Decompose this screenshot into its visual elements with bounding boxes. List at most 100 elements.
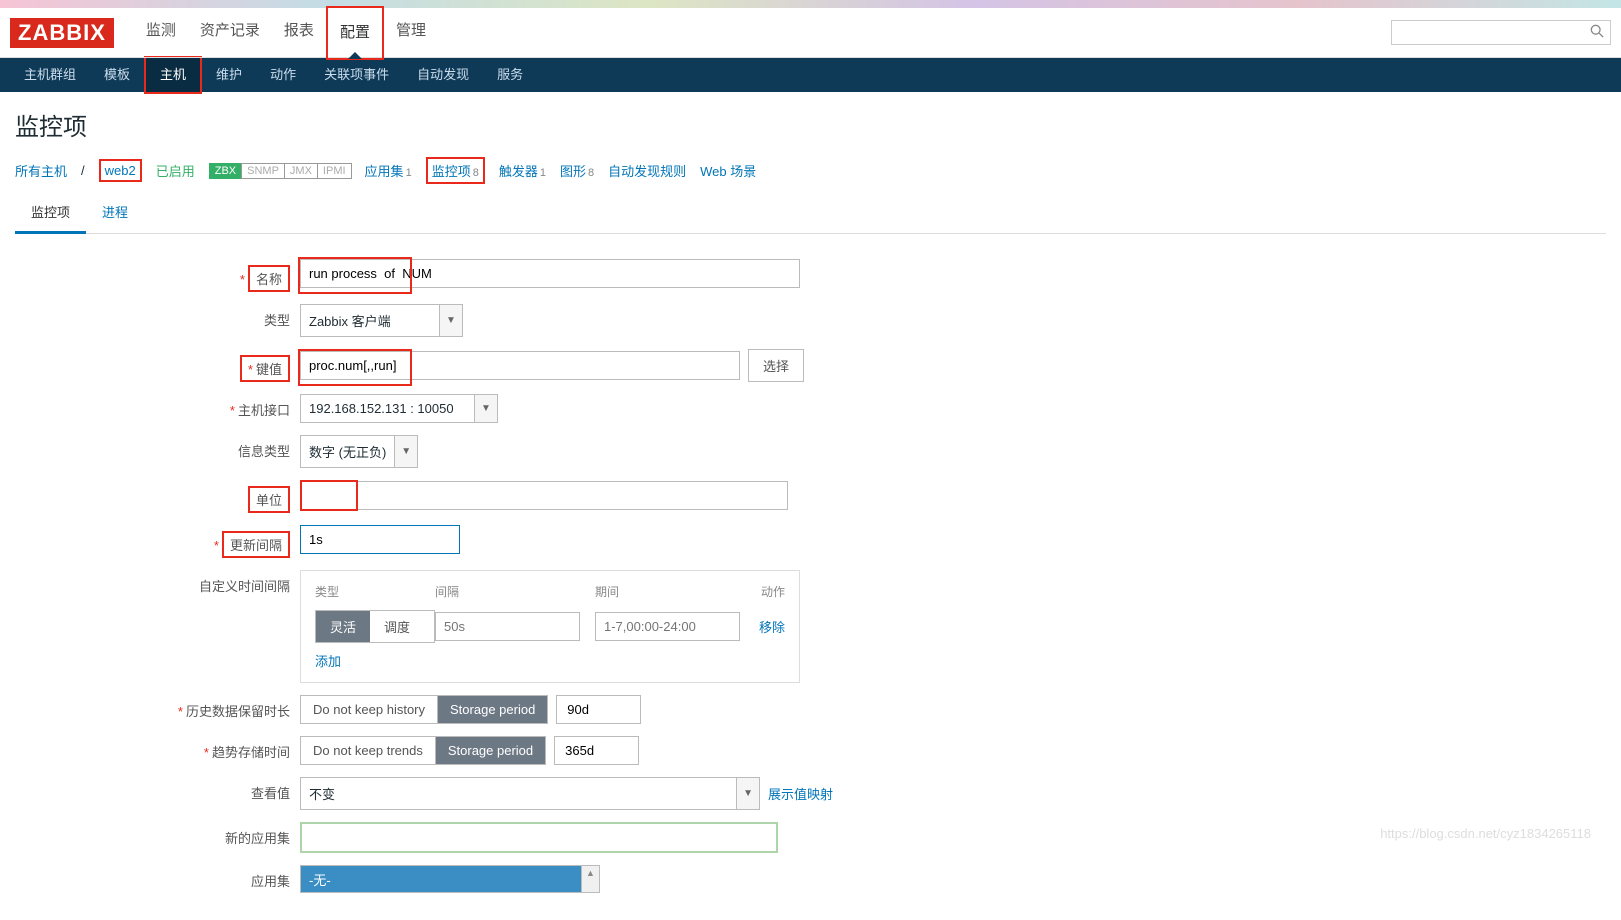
- ci-type-toggle: 灵活 调度: [315, 610, 435, 643]
- new-app-label: 新的应用集: [225, 831, 290, 846]
- web-scenarios-link[interactable]: Web 场景: [700, 161, 756, 180]
- form-tabs: 监控项 进程: [15, 192, 1606, 234]
- custom-interval-label: 自定义时间间隔: [199, 579, 290, 594]
- search-icon[interactable]: [1590, 24, 1604, 41]
- host-name-link[interactable]: web2: [105, 163, 136, 178]
- new-app-input[interactable]: [300, 822, 778, 853]
- ci-period-input[interactable]: [595, 612, 740, 641]
- ci-type-header: 类型: [315, 583, 435, 600]
- history-label: 历史数据保留时长: [186, 704, 290, 719]
- update-interval-input[interactable]: [300, 525, 460, 554]
- chevron-down-icon: ▼: [481, 403, 491, 414]
- ipmi-tag: IPMI: [317, 163, 352, 179]
- subnav-services[interactable]: 服务: [483, 58, 537, 92]
- show-value-select[interactable]: 不变: [300, 777, 737, 810]
- nav-administration[interactable]: 管理: [384, 6, 438, 60]
- type-select[interactable]: Zabbix 客户端: [300, 304, 440, 337]
- show-value-mapping-link[interactable]: 展示值映射: [768, 784, 833, 803]
- app-count: 1: [406, 167, 412, 179]
- show-value-label: 查看值: [251, 786, 290, 801]
- discovery-rules-link[interactable]: 自动发现规则: [608, 161, 686, 180]
- subnav-discovery[interactable]: 自动发现: [403, 58, 483, 92]
- show-value-select-button[interactable]: ▼: [737, 777, 760, 810]
- interface-select[interactable]: 192.168.152.131 : 10050: [300, 394, 475, 423]
- name-input[interactable]: [300, 259, 800, 288]
- key-select-button[interactable]: 选择: [748, 349, 804, 382]
- chevron-down-icon: ▼: [401, 446, 411, 457]
- history-nokeep-button[interactable]: Do not keep history: [301, 696, 438, 723]
- key-label: 键值: [256, 362, 282, 377]
- ci-action-header: 动作: [755, 583, 785, 600]
- availability-tags: ZBXSNMPJMXIPMI: [209, 162, 351, 179]
- ci-scheduling-button[interactable]: 调度: [370, 611, 424, 642]
- separator: /: [81, 163, 85, 178]
- item-form: *名称 类型 Zabbix 客户端 ▼ *键值 选择 *主机接口: [15, 259, 1015, 893]
- type-label: 类型: [264, 313, 290, 328]
- interface-label: 主机接口: [238, 403, 290, 418]
- subnav-hostgroups[interactable]: 主机群组: [10, 58, 90, 92]
- nav-monitoring[interactable]: 监测: [134, 6, 188, 60]
- trend-value-input[interactable]: [554, 736, 639, 765]
- subnav-actions[interactable]: 动作: [256, 58, 310, 92]
- key-input[interactable]: [300, 351, 740, 380]
- nav-inventory[interactable]: 资产记录: [188, 6, 272, 60]
- enabled-status: 已启用: [156, 161, 195, 180]
- chevron-down-icon: ▼: [446, 315, 456, 326]
- infotype-label: 信息类型: [238, 444, 290, 459]
- triggers-count: 1: [540, 167, 546, 179]
- custom-interval-panel: 类型 间隔 期间 动作 灵活 调度: [300, 570, 800, 683]
- name-label: 名称: [248, 265, 290, 292]
- infotype-select[interactable]: 数字 (无正负): [300, 435, 395, 468]
- search-container: [1391, 20, 1611, 45]
- all-hosts-link[interactable]: 所有主机: [15, 161, 67, 180]
- ci-add-link[interactable]: 添加: [315, 651, 785, 670]
- zabbix-logo[interactable]: ZABBIX: [10, 18, 114, 48]
- triggers-link[interactable]: 触发器: [499, 164, 538, 179]
- history-value-input[interactable]: [556, 695, 641, 724]
- jmx-tag: JMX: [284, 163, 318, 179]
- unit-label: 单位: [248, 486, 290, 513]
- update-interval-label: 更新间隔: [222, 531, 290, 558]
- subnav-maintenance[interactable]: 维护: [202, 58, 256, 92]
- trend-label: 趋势存储时间: [212, 745, 290, 760]
- app-listbox[interactable]: -无- ▲: [300, 865, 600, 893]
- tab-item[interactable]: 监控项: [15, 192, 86, 234]
- page-content: 监控项 所有主机 / web2 已启用 ZBXSNMPJMXIPMI 应用集1 …: [0, 92, 1621, 920]
- host-info-row: 所有主机 / web2 已启用 ZBXSNMPJMXIPMI 应用集1 监控项8…: [15, 157, 1606, 184]
- ci-period-header: 期间: [595, 583, 755, 600]
- trend-mode-toggle: Do not keep trends Storage period: [300, 736, 546, 765]
- subnav-hosts[interactable]: 主机: [144, 56, 202, 94]
- subnav-correlation[interactable]: 关联项事件: [310, 58, 403, 92]
- ci-interval-header: 间隔: [435, 583, 595, 600]
- trend-storage-button[interactable]: Storage period: [436, 737, 545, 764]
- listbox-scroll-up[interactable]: ▲: [581, 866, 599, 892]
- unit-input[interactable]: [358, 481, 788, 510]
- ci-interval-input[interactable]: [435, 612, 580, 641]
- trend-nokeep-button[interactable]: Do not keep trends: [301, 737, 436, 764]
- app-label: 应用集: [251, 874, 290, 889]
- app-listbox-item-none[interactable]: -无-: [301, 866, 581, 892]
- type-select-button[interactable]: ▼: [440, 304, 463, 337]
- main-navigation: 监测 资产记录 报表 配置 管理: [134, 6, 438, 60]
- nav-configuration[interactable]: 配置: [326, 6, 384, 60]
- page-title: 监控项: [15, 107, 1606, 142]
- applications-link[interactable]: 应用集: [365, 164, 404, 179]
- items-link[interactable]: 监控项: [432, 164, 471, 179]
- unit-input-highlight[interactable]: [300, 480, 358, 511]
- nav-reports[interactable]: 报表: [272, 6, 326, 60]
- chevron-down-icon: ▼: [743, 788, 753, 799]
- watermark-text: https://blog.csdn.net/cyz1834265118: [1380, 826, 1591, 841]
- graphs-count: 8: [588, 167, 594, 179]
- interface-select-button[interactable]: ▼: [475, 394, 498, 423]
- ci-remove-link[interactable]: 移除: [755, 617, 785, 636]
- graphs-link[interactable]: 图形: [560, 164, 586, 179]
- search-input[interactable]: [1398, 25, 1590, 40]
- history-storage-button[interactable]: Storage period: [438, 696, 547, 723]
- history-mode-toggle: Do not keep history Storage period: [300, 695, 548, 724]
- subnav-templates[interactable]: 模板: [90, 58, 144, 92]
- snmp-tag: SNMP: [241, 163, 285, 179]
- tab-process[interactable]: 进程: [86, 192, 144, 233]
- infotype-select-button[interactable]: ▼: [395, 435, 418, 468]
- ci-flexible-button[interactable]: 灵活: [316, 611, 370, 642]
- zbx-tag: ZBX: [209, 163, 242, 179]
